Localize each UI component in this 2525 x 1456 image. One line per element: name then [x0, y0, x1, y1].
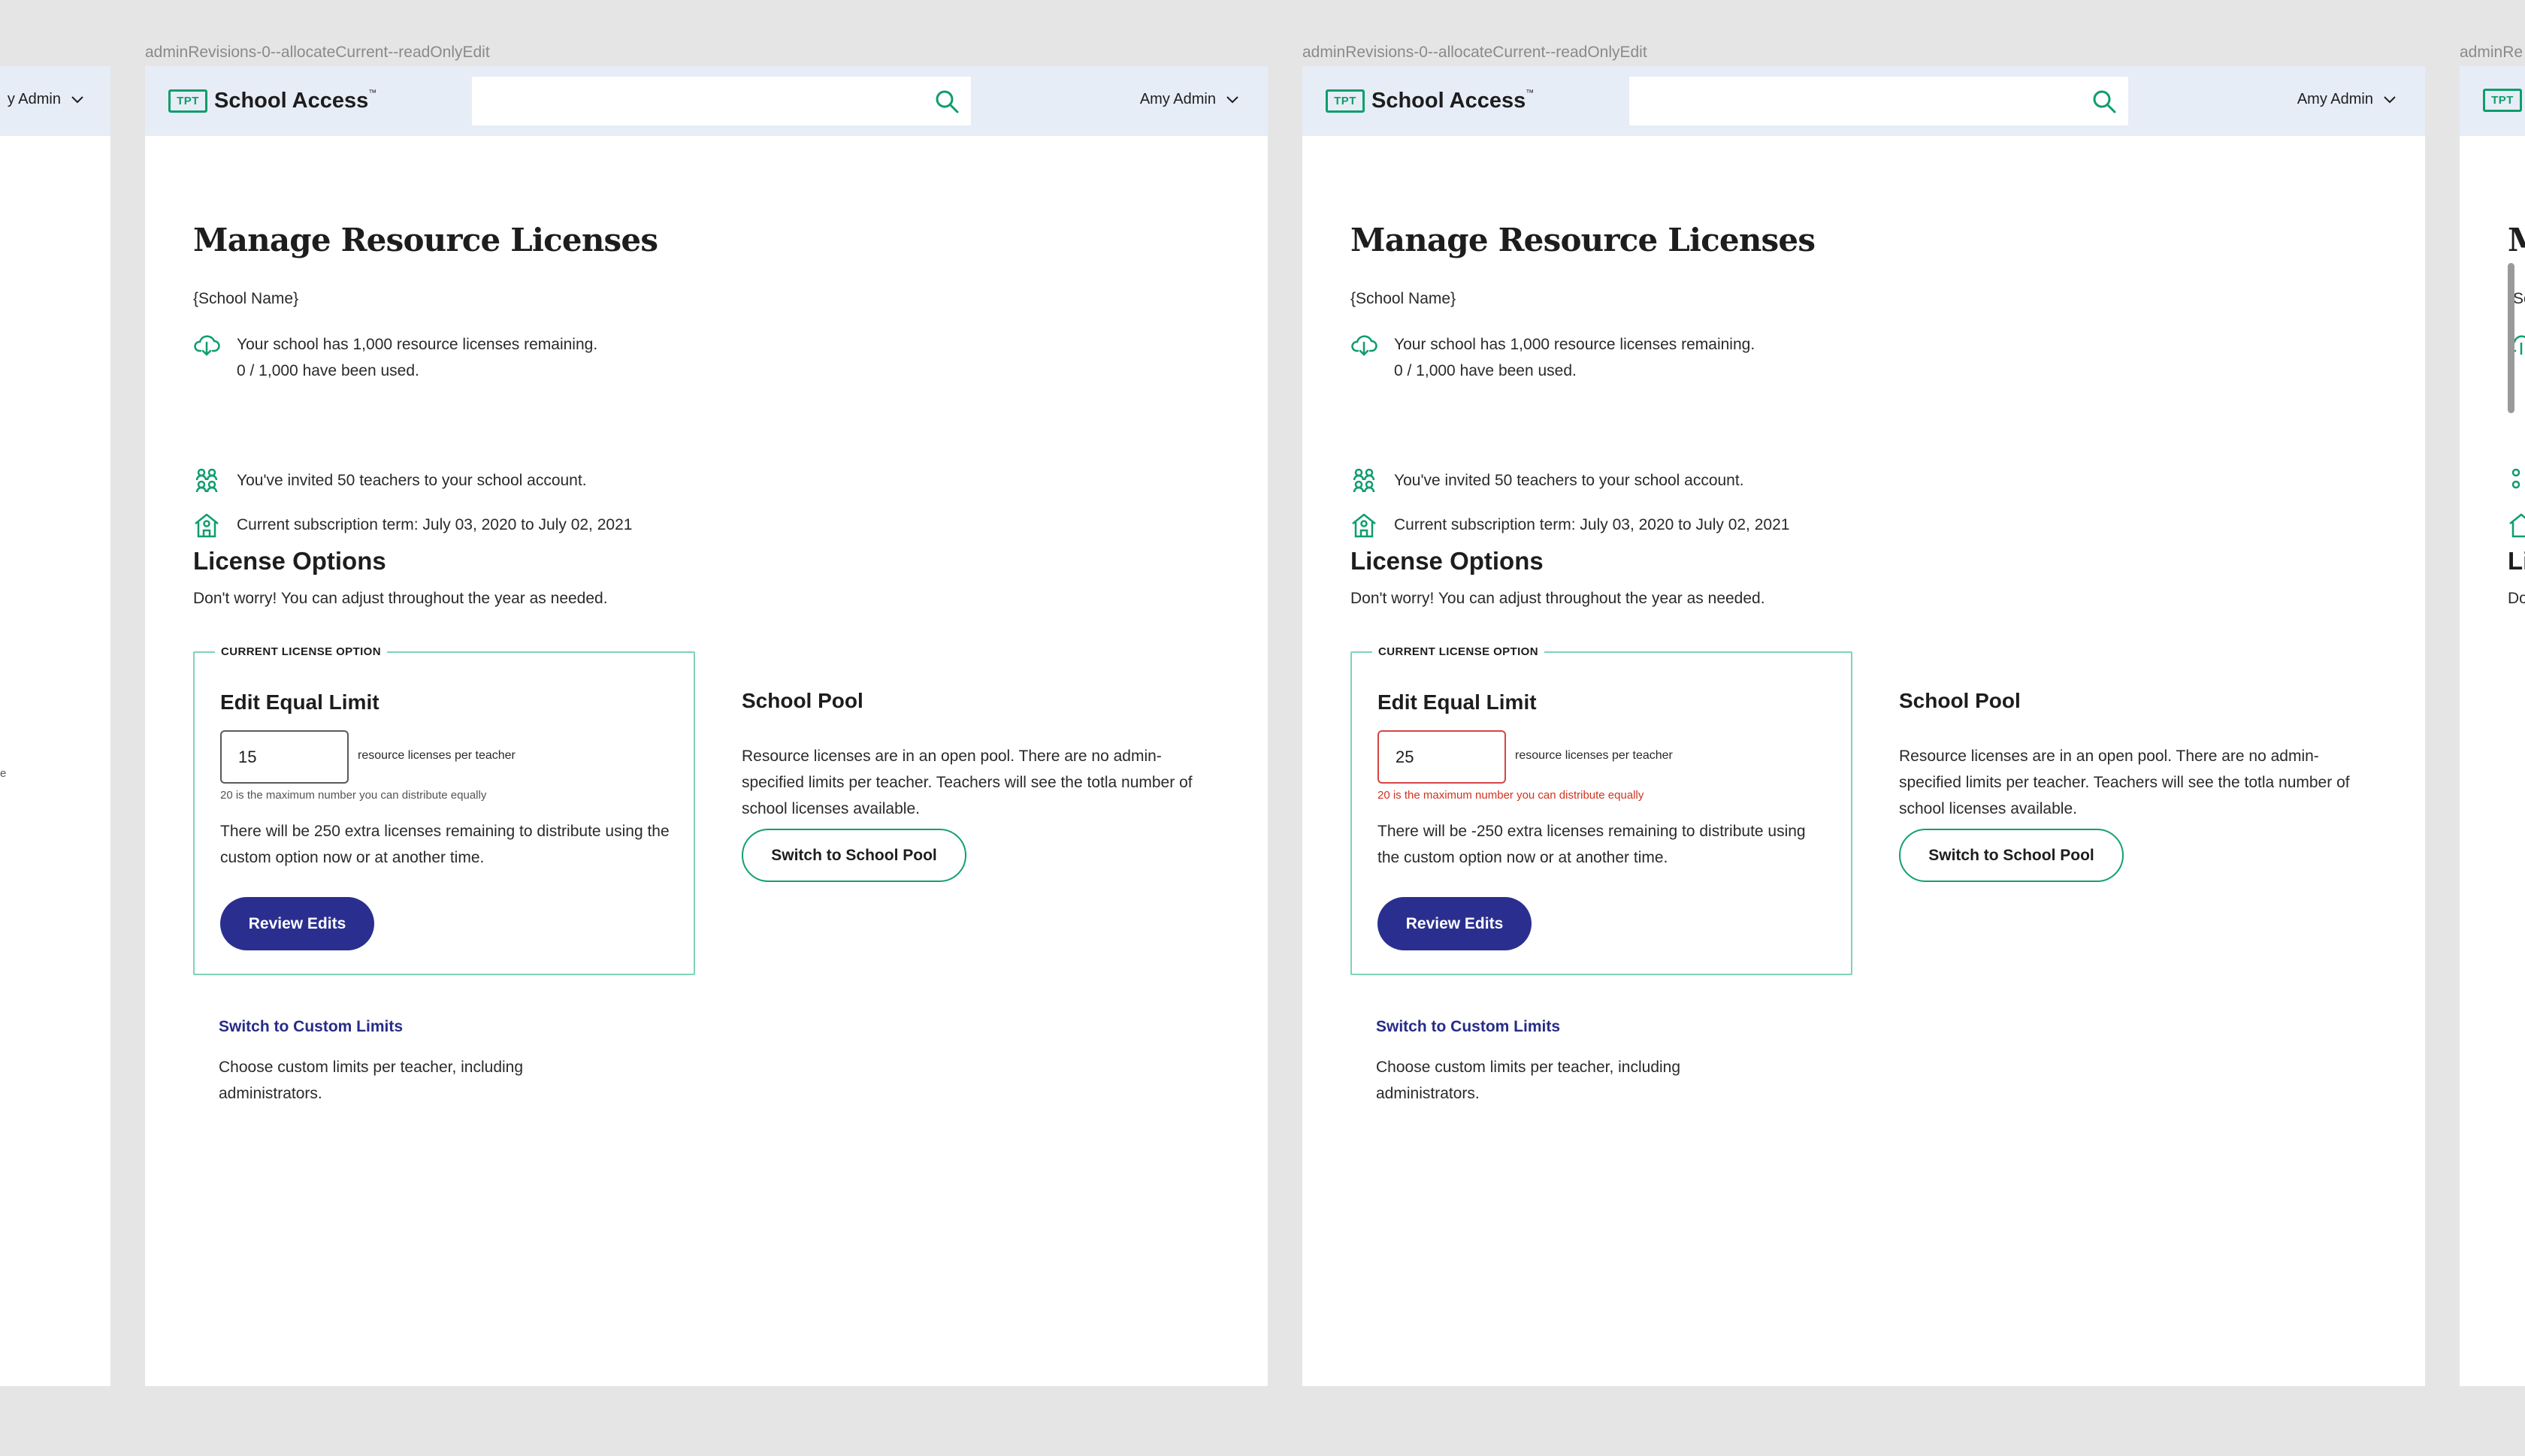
licenses-per-teacher-input[interactable]	[220, 730, 349, 784]
max-distribution-note: 20 is the maximum number you can distrib…	[220, 789, 487, 802]
tpt-school-access-logo[interactable]: TPT School Access™	[1326, 89, 1534, 113]
subscription-term-row: Current subscription term: July 03, 2020…	[193, 512, 632, 539]
cloud-download-icon	[1351, 335, 1377, 356]
school-house-icon	[1352, 513, 1376, 538]
people-icon	[195, 468, 218, 493]
logo-wordmark-text: School Access	[214, 89, 369, 113]
school-pool-title: School Pool	[1899, 689, 2021, 712]
chevron-down-icon	[2384, 95, 2396, 103]
page-title: Manage Resource Licenses	[1350, 222, 1816, 258]
custom-limits-description: Choose custom limits per teacher, includ…	[219, 1059, 524, 1102]
switch-to-school-pool-button[interactable]: Switch to School Pool	[1899, 829, 2124, 882]
school-pool-description: Resource licenses are in an open pool. T…	[1899, 748, 2350, 817]
artboard-partial-right: TPT M {Sc Li Do	[2460, 66, 2525, 1386]
tpt-school-access-logo[interactable]: TPT	[2483, 89, 2522, 112]
tpt-school-access-logo[interactable]: TPT School Access™	[168, 89, 376, 113]
page-title-fragment: M	[2508, 222, 2525, 258]
artboard-label: adminRevisions-0--allocateCurrent--readO…	[145, 44, 490, 61]
remaining-licenses-text: There will be -250 extra licenses remain…	[1377, 823, 1806, 866]
search-input[interactable]	[1629, 77, 2128, 125]
review-edits-button[interactable]: Review Edits	[220, 897, 374, 950]
per-teacher-label: resource licenses per teacher	[1515, 749, 1673, 762]
artboard-error-edit: TPT School Access™ Amy Admin Manage Reso…	[1302, 66, 2425, 1386]
user-menu[interactable]: y Admin	[8, 91, 83, 108]
search-icon[interactable]	[933, 88, 960, 115]
license-options-subtitle-fragment: Do	[2508, 590, 2525, 607]
licenses-remaining-text: Your school has 1,000 resource licenses …	[1394, 336, 1755, 353]
scrollbar[interactable]	[2508, 263, 2514, 413]
licenses-used-text: 0 / 1,000 have been used.	[237, 362, 419, 379]
license-options-subtitle: Don't worry! You can adjust throughout t…	[193, 590, 608, 607]
current-option-legend: CURRENT LICENSE OPTION	[215, 645, 387, 658]
tpt-logo-mark: TPT	[2483, 89, 2522, 112]
logo-wordmark: School Access™	[214, 89, 376, 113]
user-name: y Admin	[7, 91, 61, 107]
current-license-option-card: CURRENT LICENSE OPTION Edit Equal Limit …	[1350, 645, 1852, 975]
artboard-valid-edit: TPT School Access™ Amy Admin Manage Reso…	[145, 66, 1268, 1386]
license-options-title: License Options	[1350, 547, 1544, 575]
max-distribution-error: 20 is the maximum number you can distrib…	[1377, 789, 1644, 802]
license-options-title-fragment: Li	[2508, 547, 2525, 575]
max-note-fragment: e	[0, 767, 7, 780]
subscription-term-row: Current subscription term: July 03, 2020…	[1350, 512, 1789, 539]
search-input[interactable]	[472, 77, 971, 125]
top-bar: TPT	[2460, 66, 2525, 136]
trademark-mark: ™	[368, 89, 377, 98]
teachers-invited-text: You've invited 50 teachers to your schoo…	[237, 472, 587, 489]
school-name: {School Name}	[1350, 290, 1456, 307]
school-name: {School Name}	[193, 290, 299, 307]
edit-equal-limit-title: Edit Equal Limit	[220, 690, 380, 714]
user-name: Amy Admin	[1139, 91, 1216, 107]
license-options-title: License Options	[193, 547, 386, 575]
edit-equal-limit-title: Edit Equal Limit	[1377, 690, 1537, 714]
trademark-mark: ™	[1526, 89, 1535, 98]
licenses-remaining-text: Your school has 1,000 resource licenses …	[237, 336, 598, 353]
logo-wordmark: School Access™	[1371, 89, 1534, 113]
licenses-remaining-row: Your school has 1,000 resource licenses …	[193, 331, 597, 384]
artboard-label: adminRevisions-0--allocateCurrent--readO…	[1302, 44, 1647, 61]
teachers-invited-text: You've invited 50 teachers to your schoo…	[1394, 472, 1744, 489]
licenses-per-teacher-input[interactable]	[1377, 730, 1506, 784]
remaining-licenses-text: There will be 250 extra licenses remaini…	[220, 823, 670, 866]
school-pool-description: Resource licenses are in an open pool. T…	[742, 748, 1193, 817]
chevron-down-icon	[1226, 95, 1238, 103]
tpt-logo-mark: TPT	[168, 89, 207, 113]
top-bar: TPT School Access™ Amy Admin	[145, 66, 1268, 136]
teachers-invited-row: You've invited 50 teachers to your schoo…	[1350, 467, 1744, 494]
custom-limits-description: Choose custom limits per teacher, includ…	[1376, 1059, 1681, 1102]
licenses-text: Your school has 1,000 resource licenses …	[237, 331, 597, 384]
people-icon	[1353, 468, 1375, 493]
licenses-remaining-row: Your school has 1,000 resource licenses …	[1350, 331, 1755, 384]
logo-wordmark-text: School Access	[1371, 89, 1526, 113]
license-options-subtitle: Don't worry! You can adjust throughout t…	[1350, 590, 1765, 607]
current-license-option-card: CURRENT LICENSE OPTION Edit Equal Limit …	[193, 645, 695, 975]
current-option-legend: CURRENT LICENSE OPTION	[1372, 645, 1544, 658]
search-icon[interactable]	[2091, 88, 2118, 115]
licenses-used-text: 0 / 1,000 have been used.	[1394, 362, 1577, 379]
top-bar: y Admin	[0, 66, 110, 136]
licenses-text: Your school has 1,000 resource licenses …	[1394, 331, 1755, 384]
page-title: Manage Resource Licenses	[193, 222, 658, 258]
user-menu[interactable]: Amy Admin	[1140, 91, 1238, 108]
cloud-download-icon	[194, 335, 220, 356]
subscription-term-text: Current subscription term: July 03, 2020…	[237, 516, 633, 533]
artboard-label-cut: adminRe	[2460, 44, 2523, 61]
switch-to-custom-limits-link[interactable]: Switch to Custom Limits	[1376, 1018, 1560, 1036]
per-teacher-label: resource licenses per teacher	[358, 749, 516, 762]
review-edits-button[interactable]: Review Edits	[1377, 897, 1532, 950]
school-house-icon	[2509, 513, 2525, 538]
subscription-term-text: Current subscription term: July 03, 2020…	[1394, 516, 1790, 533]
switch-to-custom-limits-link[interactable]: Switch to Custom Limits	[219, 1018, 403, 1036]
user-name: Amy Admin	[2297, 91, 2373, 107]
switch-to-school-pool-button[interactable]: Switch to School Pool	[742, 829, 966, 882]
school-pool-title: School Pool	[742, 689, 863, 712]
top-bar: TPT School Access™ Amy Admin	[1302, 66, 2425, 136]
user-menu[interactable]: Amy Admin	[2297, 91, 2396, 108]
tpt-logo-mark: TPT	[1326, 89, 1365, 113]
chevron-down-icon	[71, 95, 83, 103]
people-icon	[2511, 468, 2520, 489]
teachers-invited-row: You've invited 50 teachers to your schoo…	[193, 467, 587, 494]
artboard-partial-left: y Admin e	[0, 66, 110, 1386]
school-house-icon	[195, 513, 219, 538]
